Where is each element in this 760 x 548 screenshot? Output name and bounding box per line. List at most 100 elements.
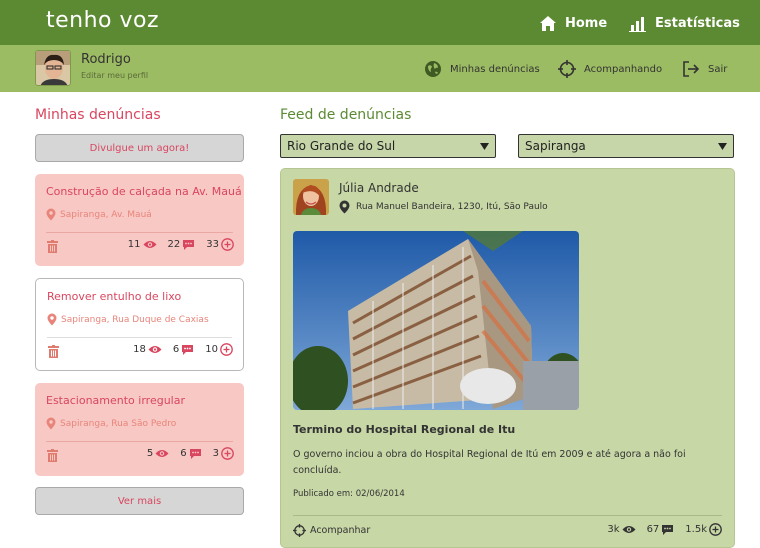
plus-circle-icon <box>221 447 234 460</box>
see-more-button[interactable]: Ver mais <box>35 487 244 515</box>
plus-count: 33 <box>206 239 219 250</box>
my-reports-heading: Minhas denúncias <box>35 107 161 123</box>
post-title[interactable]: Termino do Hospital Regional de Itu <box>293 423 515 436</box>
city-select[interactable]: Sapiranga <box>518 134 734 158</box>
comments-count: 67 <box>646 524 660 535</box>
feed-post-card: Júlia Andrade Rua Manuel Bandeira, 1230,… <box>280 168 735 548</box>
plus-count: 3 <box>212 448 219 459</box>
comments-count: 6 <box>180 448 187 459</box>
map-pin-icon <box>46 417 56 430</box>
report-location-text: Sapiranga, Av. Mauá <box>60 209 152 220</box>
map-pin-icon <box>339 200 350 214</box>
post-date: Publicado em: 02/06/2014 <box>293 489 405 499</box>
plus-stat[interactable]: 33 <box>206 238 234 251</box>
report-location: Sapiranga, Rua São Pedro <box>46 417 176 430</box>
post-address: Rua Manuel Bandeira, 1230, Itú, São Paul… <box>339 200 548 214</box>
comments-count: 22 <box>167 239 181 250</box>
views-stat: 5 <box>147 448 169 459</box>
user-avatar[interactable] <box>35 50 71 86</box>
views-count: 11 <box>127 239 141 250</box>
follow-label: Acompanhar <box>310 525 371 536</box>
home-icon <box>540 15 556 31</box>
post-photo[interactable] <box>293 231 579 410</box>
nav-my-reports[interactable]: Minhas denúncias <box>424 58 540 80</box>
views-count: 5 <box>146 448 154 459</box>
crosshair-icon <box>558 60 576 78</box>
trash-icon[interactable] <box>48 345 59 358</box>
nav-logout-label: Sair <box>708 63 728 75</box>
nav-home[interactable]: Home <box>539 13 607 33</box>
report-card[interactable]: Construção de calçada na Av. Mauá Sapira… <box>35 174 244 266</box>
plus-stat[interactable]: 3 <box>213 447 234 460</box>
trash-icon[interactable] <box>47 449 58 462</box>
nav-home-label: Home <box>565 15 608 31</box>
views-stat: 3k <box>607 524 636 535</box>
report-location: Sapiranga, Rua Duque de Caxias <box>47 313 209 326</box>
nav-stats-label: Estatísticas <box>655 15 740 31</box>
report-title[interactable]: Estacionamento irregular <box>46 394 185 407</box>
city-select-value: Sapiranga <box>525 139 586 153</box>
author-name[interactable]: Júlia Andrade <box>339 181 419 195</box>
plus-circle-icon <box>221 238 234 251</box>
report-card[interactable]: Estacionamento irregular Sapiranga, Rua … <box>35 383 244 476</box>
nav-stats[interactable]: Estatísticas <box>629 13 740 33</box>
divider <box>293 515 722 516</box>
caret-down-icon <box>718 142 727 150</box>
trash-icon[interactable] <box>47 240 58 253</box>
author-avatar[interactable] <box>293 179 329 215</box>
plus-count: 10 <box>205 344 218 355</box>
user-name[interactable]: Rodrigo <box>81 52 131 67</box>
globe-icon <box>425 61 441 77</box>
post-address-text: Rua Manuel Bandeira, 1230, Itú, São Paul… <box>356 202 548 212</box>
map-pin-icon <box>46 208 56 221</box>
divider <box>46 232 233 233</box>
report-stats: 18 6 10 <box>122 343 233 356</box>
report-location: Sapiranga, Av. Mauá <box>46 208 152 221</box>
comment-icon <box>189 448 201 459</box>
eye-icon <box>155 450 169 457</box>
logout-icon <box>683 61 700 77</box>
post-description: O governo inciou a obra do Hospital Regi… <box>293 449 686 476</box>
comments-stat: 6 <box>173 344 194 356</box>
report-title[interactable]: Remover entulho de lixo <box>47 290 181 303</box>
state-select-value: Rio Grande do Sul <box>287 139 396 153</box>
map-pin-icon <box>47 313 57 326</box>
nav-logout[interactable]: Sair <box>682 58 727 80</box>
report-title[interactable]: Construção de calçada na Av. Mauá <box>46 185 242 198</box>
views-stat: 11 <box>128 239 157 250</box>
comments-stat: 22 <box>168 239 196 251</box>
divider <box>47 337 232 338</box>
nav-following[interactable]: Acompanhando <box>558 58 662 80</box>
edit-profile-link[interactable]: Editar meu perfil <box>81 71 148 80</box>
report-stats: 5 6 3 <box>136 447 234 460</box>
crosshair-icon <box>293 524 306 537</box>
report-location-text: Sapiranga, Rua Duque de Caxias <box>61 314 209 325</box>
eye-icon <box>143 241 157 248</box>
nav-my-reports-label: Minhas denúncias <box>450 63 540 75</box>
plus-stat[interactable]: 10 <box>205 343 233 356</box>
report-location-text: Sapiranga, Rua São Pedro <box>60 418 177 429</box>
bar-chart-icon <box>629 16 646 32</box>
divider <box>46 441 233 442</box>
post-stats: 3k 67 1.5k <box>596 523 722 536</box>
report-stats: 11 22 33 <box>117 238 234 251</box>
comments-count: 6 <box>172 344 180 355</box>
views-stat: 18 <box>133 344 162 355</box>
plus-count: 1.5k <box>685 524 707 535</box>
comments-stat: 6 <box>180 448 201 460</box>
eye-icon <box>622 526 636 533</box>
report-card[interactable]: Remover entulho de lixo Sapiranga, Rua D… <box>35 278 244 371</box>
views-count: 3k <box>607 524 620 535</box>
plus-circle-icon <box>709 523 722 536</box>
state-select[interactable]: Rio Grande do Sul <box>280 134 496 158</box>
create-report-button[interactable]: Divulgue um agora! <box>35 134 244 162</box>
brand-logo[interactable]: tenho voz <box>46 8 159 33</box>
follow-button[interactable]: Acompanhar <box>293 524 370 537</box>
plus-stat[interactable]: 1.5k <box>685 523 722 536</box>
nav-following-label: Acompanhando <box>584 63 663 75</box>
views-count: 18 <box>133 344 146 355</box>
feed-heading: Feed de denúncias <box>280 107 412 123</box>
eye-icon <box>148 346 162 353</box>
comment-icon <box>183 239 195 250</box>
comment-icon <box>182 344 194 355</box>
